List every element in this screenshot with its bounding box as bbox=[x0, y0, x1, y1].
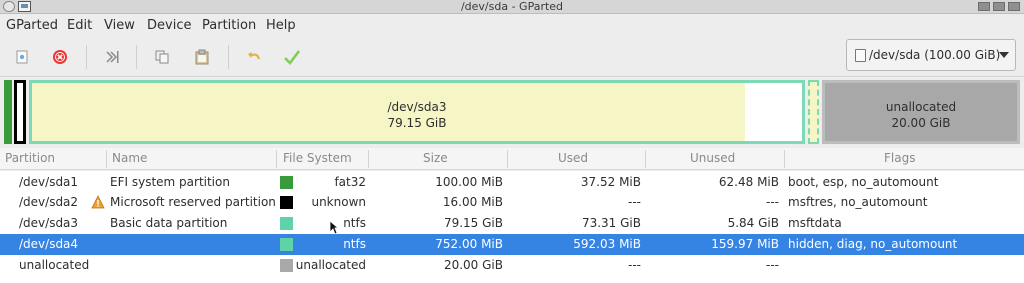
column-separator bbox=[645, 150, 646, 168]
table-row[interactable]: unallocated unallocated 20.00 GiB --- --… bbox=[0, 255, 1024, 276]
partition-table: /dev/sda1 EFI system partition fat32 100… bbox=[0, 171, 1024, 283]
column-separator bbox=[784, 150, 785, 168]
cell-size: 20.00 GiB bbox=[443, 258, 503, 272]
cell-partition: /dev/sda1 bbox=[19, 175, 79, 189]
resize-move-icon[interactable] bbox=[102, 47, 122, 67]
cell-filesystem: unallocated bbox=[295, 258, 366, 272]
cell-size: 752.00 MiB bbox=[435, 237, 503, 251]
cell-used: 37.52 MiB bbox=[580, 175, 641, 189]
paste-icon[interactable] bbox=[192, 47, 212, 67]
cell-filesystem: fat32 bbox=[334, 175, 366, 189]
title-bar: /dev/sda - GParted bbox=[0, 0, 1024, 14]
cell-name: Microsoft reserved partition bbox=[110, 195, 276, 209]
disk-segment-unallocated[interactable]: unallocated 20.00 GiB bbox=[822, 80, 1020, 144]
cell-flags: msftdata bbox=[788, 216, 842, 230]
disk-segment-sda1[interactable] bbox=[4, 80, 12, 144]
new-icon[interactable] bbox=[12, 47, 32, 67]
column-header-unused[interactable]: Unused bbox=[690, 151, 735, 165]
disk-segment-sda3-name: /dev/sda3 bbox=[387, 100, 447, 114]
column-separator bbox=[106, 150, 107, 168]
cell-filesystem: ntfs bbox=[343, 237, 366, 251]
cell-flags: hidden, diag, no_automount bbox=[788, 237, 958, 251]
cell-size: 79.15 GiB bbox=[443, 216, 503, 230]
menu-partition[interactable]: Partition bbox=[202, 18, 256, 34]
table-row[interactable]: /dev/sda2 Microsoft reserved partition u… bbox=[0, 192, 1024, 213]
filesystem-color-swatch bbox=[280, 176, 293, 189]
column-header-filesystem[interactable]: File System bbox=[283, 151, 352, 165]
cell-unused: --- bbox=[766, 195, 779, 209]
table-row[interactable]: /dev/sda3 Basic data partition ntfs 79.1… bbox=[0, 213, 1024, 235]
minimize-button[interactable] bbox=[978, 2, 990, 11]
menu-device[interactable]: Device bbox=[147, 18, 191, 34]
undo-icon[interactable] bbox=[244, 47, 264, 67]
cell-filesystem: unknown bbox=[311, 195, 366, 209]
dropdown-arrow-icon bbox=[999, 52, 1009, 58]
cell-unused: 62.48 MiB bbox=[718, 175, 779, 189]
toolbar-separator bbox=[228, 45, 229, 69]
harddisk-icon bbox=[855, 48, 866, 62]
menu-help[interactable]: Help bbox=[266, 18, 296, 34]
disk-segment-sda3[interactable]: /dev/sda3 79.15 GiB bbox=[29, 80, 805, 144]
column-header-used[interactable]: Used bbox=[558, 151, 588, 165]
maximize-button[interactable] bbox=[993, 2, 1005, 11]
delete-icon[interactable] bbox=[50, 47, 70, 67]
close-button[interactable] bbox=[1008, 2, 1020, 11]
toolbar: /dev/sda (100.00 GiB) bbox=[0, 37, 1024, 77]
toolbar-separator bbox=[136, 45, 137, 69]
cell-partition: /dev/sda3 bbox=[19, 216, 79, 230]
device-selector[interactable]: /dev/sda (100.00 GiB) bbox=[846, 39, 1016, 71]
column-separator bbox=[276, 150, 277, 168]
cell-unused: 159.97 MiB bbox=[711, 237, 779, 251]
column-header-flags[interactable]: Flags bbox=[884, 151, 915, 165]
cell-flags: msftres, no_automount bbox=[788, 195, 928, 209]
cell-used: --- bbox=[628, 195, 641, 209]
apply-icon[interactable] bbox=[282, 47, 302, 67]
cell-partition: /dev/sda4 bbox=[19, 237, 79, 251]
column-separator bbox=[368, 150, 369, 168]
column-header-size[interactable]: Size bbox=[423, 151, 448, 165]
disk-segment-unallocated-size: 20.00 GiB bbox=[891, 116, 951, 130]
filesystem-color-swatch bbox=[280, 259, 293, 272]
mouse-cursor-icon bbox=[329, 220, 339, 235]
warning-icon bbox=[91, 195, 105, 209]
menu-gparted[interactable]: GParted bbox=[6, 18, 58, 34]
disk-segment-sda4[interactable] bbox=[808, 80, 819, 144]
cell-filesystem: ntfs bbox=[343, 216, 366, 230]
device-selector-label: /dev/sda (100.00 GiB) bbox=[869, 48, 1001, 62]
cell-used: --- bbox=[628, 258, 641, 272]
cell-unused: 5.84 GiB bbox=[727, 216, 779, 230]
filesystem-color-swatch bbox=[280, 196, 293, 209]
cell-name: EFI system partition bbox=[110, 175, 230, 189]
disk-segment-unallocated-name: unallocated bbox=[885, 100, 957, 114]
menu-view[interactable]: View bbox=[104, 18, 135, 34]
column-header-partition[interactable]: Partition bbox=[5, 151, 55, 165]
cell-partition: /dev/sda2 bbox=[19, 195, 79, 209]
cell-partition: unallocated bbox=[19, 258, 90, 272]
column-header-name[interactable]: Name bbox=[112, 151, 147, 165]
partition-table-header: Partition Name File System Size Used Unu… bbox=[0, 148, 1024, 170]
column-separator bbox=[507, 150, 508, 168]
filesystem-color-swatch bbox=[280, 238, 293, 251]
table-row-selected[interactable]: /dev/sda4 ntfs 752.00 MiB 592.03 MiB 159… bbox=[0, 234, 1024, 255]
cell-size: 100.00 MiB bbox=[435, 175, 503, 189]
table-row[interactable]: /dev/sda1 EFI system partition fat32 100… bbox=[0, 172, 1024, 193]
menu-edit[interactable]: Edit bbox=[67, 18, 92, 34]
filesystem-color-swatch bbox=[280, 217, 293, 230]
cell-flags: boot, esp, no_automount bbox=[788, 175, 939, 189]
cell-size: 16.00 MiB bbox=[442, 195, 503, 209]
cell-used: 592.03 MiB bbox=[573, 237, 641, 251]
copy-icon[interactable] bbox=[152, 47, 172, 67]
window-title: /dev/sda - GParted bbox=[460, 0, 564, 13]
toolbar-separator bbox=[86, 45, 87, 69]
disk-map: /dev/sda3 79.15 GiB unallocated 20.00 Gi… bbox=[0, 77, 1024, 147]
menu-bar: GParted Edit View Device Partition Help bbox=[0, 15, 1024, 37]
disk-segment-sda3-size: 79.15 GiB bbox=[387, 116, 447, 130]
cell-name: Basic data partition bbox=[110, 216, 228, 230]
cell-used: 73.31 GiB bbox=[581, 216, 641, 230]
cell-unused: --- bbox=[766, 258, 779, 272]
disk-segment-sda2[interactable] bbox=[14, 80, 26, 144]
